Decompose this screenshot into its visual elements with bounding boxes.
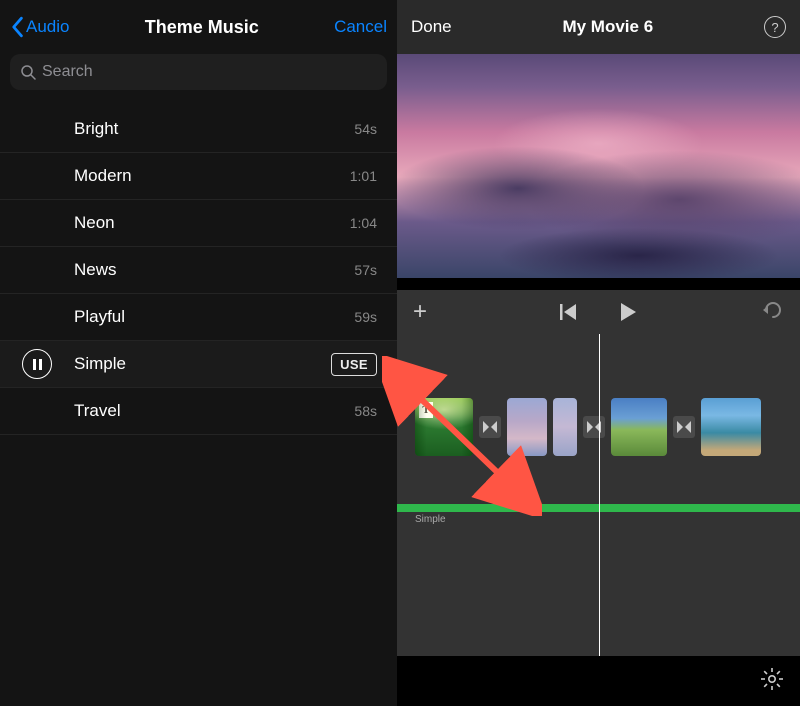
help-button[interactable]: ?	[764, 16, 786, 38]
bottom-bar	[397, 656, 800, 706]
undo-button[interactable]	[762, 301, 784, 324]
track-row-bright[interactable]: Bright 54s	[0, 106, 397, 153]
track-row-news[interactable]: News 57s	[0, 247, 397, 294]
track-name: Modern	[74, 166, 350, 186]
clip-4[interactable]	[701, 398, 761, 456]
project-title: My Movie 6	[562, 17, 653, 37]
track-name: News	[74, 260, 354, 280]
theme-music-panel: Audio Theme Music Cancel Search Bright 5…	[0, 0, 397, 706]
pause-icon[interactable]	[22, 349, 52, 379]
chevron-left-icon	[10, 16, 24, 38]
gear-icon	[760, 667, 784, 691]
search-icon	[20, 64, 36, 80]
clip-1[interactable]: T	[415, 398, 473, 456]
add-media-button[interactable]: +	[413, 298, 427, 326]
clips-row: T	[415, 398, 761, 456]
title-badge-icon: T	[419, 402, 433, 418]
track-duration: 1:01	[350, 168, 377, 184]
transition-1[interactable]	[479, 416, 501, 438]
track-row-neon[interactable]: Neon 1:04	[0, 200, 397, 247]
track-duration: 54s	[354, 121, 377, 137]
play-button[interactable]	[618, 302, 638, 322]
clip-3[interactable]	[611, 398, 667, 456]
track-list: Bright 54s Modern 1:01 Neon 1:04 News 57…	[0, 100, 397, 706]
track-row-travel[interactable]: Travel 58s	[0, 388, 397, 435]
back-button[interactable]: Audio	[10, 16, 69, 38]
editor-panel: Done My Movie 6 ? + T	[397, 0, 800, 706]
transport-bar: +	[397, 290, 800, 334]
track-duration: 58s	[354, 403, 377, 419]
search-container: Search	[0, 54, 397, 100]
track-name: Bright	[74, 119, 354, 139]
search-placeholder: Search	[42, 63, 93, 81]
right-header: Done My Movie 6 ?	[397, 0, 800, 54]
undo-icon	[762, 301, 784, 319]
track-row-modern[interactable]: Modern 1:01	[0, 153, 397, 200]
track-row-playful[interactable]: Playful 59s	[0, 294, 397, 341]
timeline[interactable]: T Simple	[397, 334, 800, 656]
search-input[interactable]: Search	[10, 54, 387, 90]
preview-image	[397, 54, 800, 278]
page-title: Theme Music	[145, 17, 259, 38]
use-button[interactable]: USE	[331, 353, 377, 376]
playhead-line[interactable]	[599, 334, 601, 656]
playhead-marker-icon	[591, 280, 607, 290]
track-duration: 1:04	[350, 215, 377, 231]
transition-3[interactable]	[673, 416, 695, 438]
track-name: Simple	[74, 354, 331, 374]
track-duration: 59s	[354, 309, 377, 325]
track-duration: 57s	[354, 262, 377, 278]
audio-track-label: Simple	[415, 514, 446, 525]
left-header: Audio Theme Music Cancel	[0, 0, 397, 54]
transition-2[interactable]	[583, 416, 605, 438]
track-name: Playful	[74, 307, 354, 327]
skip-back-button[interactable]	[560, 304, 578, 320]
track-row-simple[interactable]: Simple USE	[0, 341, 397, 388]
back-label: Audio	[26, 17, 69, 37]
video-preview[interactable]	[397, 54, 800, 278]
track-name: Neon	[74, 213, 350, 233]
clip-2a[interactable]	[507, 398, 547, 456]
done-button[interactable]: Done	[411, 17, 452, 37]
help-icon: ?	[771, 20, 778, 35]
cancel-button[interactable]: Cancel	[334, 17, 387, 37]
track-name: Travel	[74, 401, 354, 421]
settings-button[interactable]	[760, 667, 784, 696]
clip-2b[interactable]	[553, 398, 577, 456]
